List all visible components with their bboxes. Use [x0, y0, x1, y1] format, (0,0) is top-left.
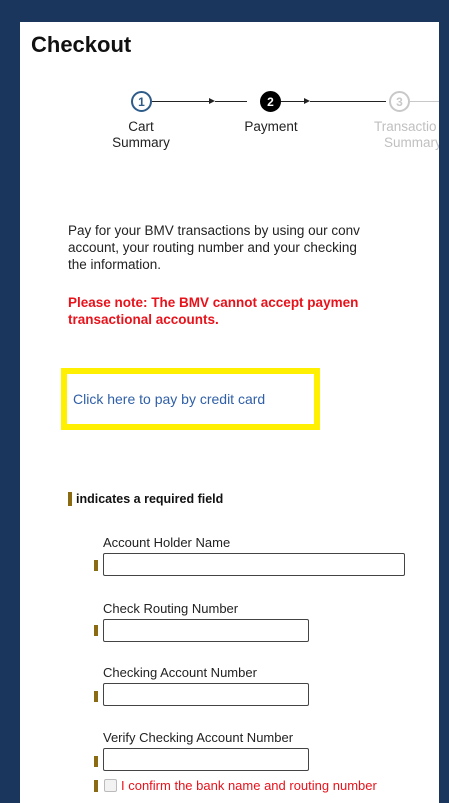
- credit-card-highlight: Click here to pay by credit card: [61, 368, 320, 430]
- checkout-stepper: 1 Cart Summary 2 Payment 3 Transactio Su…: [20, 82, 439, 162]
- checking-account-number-input[interactable]: [103, 683, 309, 706]
- step-connector: [410, 101, 439, 102]
- confirm-bank-row: I confirm the bank name and routing numb…: [94, 778, 377, 793]
- step-connector: [215, 101, 247, 102]
- routing-number-label: Check Routing Number: [103, 601, 239, 616]
- required-marker-icon: [68, 492, 72, 506]
- required-marker-icon: [94, 691, 98, 702]
- account-holder-name-label: Account Holder Name: [103, 535, 231, 550]
- required-marker-icon: [94, 625, 98, 636]
- confirm-bank-label[interactable]: I confirm the bank name and routing numb…: [121, 778, 377, 793]
- required-marker-icon: [94, 560, 98, 571]
- step-3-circle: 3: [389, 91, 410, 112]
- required-marker-icon: [94, 779, 98, 792]
- routing-number-input[interactable]: [103, 619, 309, 642]
- step-connector: [281, 101, 305, 102]
- step-connector: [310, 101, 386, 102]
- intro-text: Pay for your BMV transactions by using o…: [68, 223, 360, 272]
- verify-checking-account-number-input[interactable]: [103, 748, 309, 771]
- verify-checking-account-number-label: Verify Checking Account Number: [103, 730, 294, 745]
- step-2-circle: 2: [260, 91, 281, 112]
- step-2-label: Payment: [244, 119, 298, 134]
- step-3-label: Transactio Summary: [374, 119, 439, 150]
- required-field-legend: indicates a required field: [68, 492, 223, 506]
- account-holder-name-input[interactable]: [103, 553, 405, 576]
- pay-by-credit-card-link[interactable]: Click here to pay by credit card: [73, 391, 265, 407]
- checkout-panel: Checkout 1 Cart Summary 2 Payment 3 Tran…: [20, 22, 439, 803]
- page-title: Checkout: [31, 32, 132, 57]
- checking-account-number-label: Checking Account Number: [103, 665, 257, 680]
- payment-note: Please note: The BMV cannot accept payme…: [68, 295, 359, 327]
- step-connector: [152, 101, 210, 102]
- step-1-circle: 1: [131, 91, 152, 112]
- confirm-bank-checkbox[interactable]: [104, 779, 117, 792]
- step-1-label: Cart Summary: [112, 119, 170, 150]
- required-marker-icon: [94, 756, 98, 767]
